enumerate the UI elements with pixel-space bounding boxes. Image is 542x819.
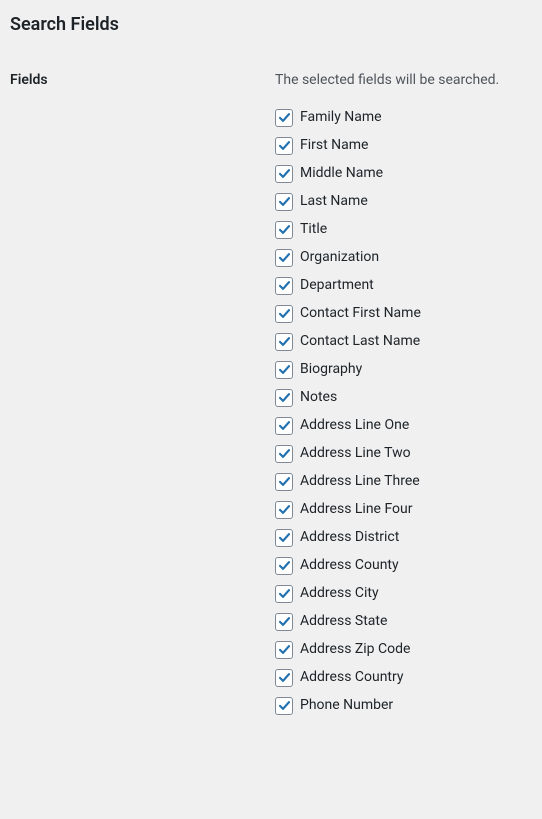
check-icon <box>277 698 292 713</box>
field-label: Address Line One <box>300 417 409 434</box>
field-label: Contact First Name <box>300 305 421 322</box>
field-item: Address City <box>275 585 532 603</box>
field-list: Family Name First Name Middle Name Last Nam… <box>275 109 532 715</box>
field-label: Address City <box>300 585 379 602</box>
field-label: Biography <box>300 361 362 378</box>
field-checkbox[interactable] <box>275 697 293 715</box>
field-label: Middle Name <box>300 165 383 182</box>
check-icon <box>277 166 292 181</box>
settings-row: Fields The selected fields will be searc… <box>0 43 542 715</box>
field-label: Organization <box>300 249 379 266</box>
field-item: Phone Number <box>275 697 532 715</box>
field-checkbox[interactable] <box>275 361 293 379</box>
field-item: Address State <box>275 613 532 631</box>
field-checkbox[interactable] <box>275 529 293 547</box>
field-item: Last Name <box>275 193 532 211</box>
field-item: Family Name <box>275 109 532 127</box>
field-checkbox[interactable] <box>275 669 293 687</box>
field-checkbox[interactable] <box>275 585 293 603</box>
field-checkbox[interactable] <box>275 193 293 211</box>
check-icon <box>277 446 292 461</box>
field-checkbox[interactable] <box>275 417 293 435</box>
field-item: Address Line Two <box>275 445 532 463</box>
field-item: Department <box>275 277 532 295</box>
field-label: Address Line Three <box>300 473 420 490</box>
check-icon <box>277 334 292 349</box>
check-icon <box>277 138 292 153</box>
check-icon <box>277 194 292 209</box>
field-checkbox[interactable] <box>275 445 293 463</box>
field-item: Address District <box>275 529 532 547</box>
check-icon <box>277 362 292 377</box>
field-label: Address Line Four <box>300 501 413 518</box>
field-item: Biography <box>275 361 532 379</box>
field-item: Title <box>275 221 532 239</box>
field-checkbox[interactable] <box>275 613 293 631</box>
field-item: Address Country <box>275 669 532 687</box>
section-title: Search Fields <box>0 0 542 43</box>
field-checkbox[interactable] <box>275 109 293 127</box>
field-checkbox[interactable] <box>275 137 293 155</box>
field-label: Address Zip Code <box>300 641 410 658</box>
field-checkbox[interactable] <box>275 333 293 351</box>
field-checkbox[interactable] <box>275 501 293 519</box>
field-label: Department <box>300 277 374 294</box>
field-label: Address Line Two <box>300 445 411 462</box>
field-item: Address Line One <box>275 417 532 435</box>
settings-content: The selected fields will be searched. Fa… <box>275 71 532 715</box>
check-icon <box>277 278 292 293</box>
check-icon <box>277 418 292 433</box>
field-label: Address County <box>300 557 399 574</box>
field-item: Address County <box>275 557 532 575</box>
check-icon <box>277 110 292 125</box>
field-label: Title <box>300 221 327 238</box>
fields-description: The selected fields will be searched. <box>275 71 532 91</box>
field-label: First Name <box>300 137 368 154</box>
field-checkbox[interactable] <box>275 473 293 491</box>
field-item: Address Zip Code <box>275 641 532 659</box>
field-label: Address District <box>300 529 399 546</box>
check-icon <box>277 306 292 321</box>
field-checkbox[interactable] <box>275 221 293 239</box>
check-icon <box>277 222 292 237</box>
field-item: Address Line Three <box>275 473 532 491</box>
field-item: Middle Name <box>275 165 532 183</box>
field-checkbox[interactable] <box>275 641 293 659</box>
check-icon <box>277 530 292 545</box>
check-icon <box>277 558 292 573</box>
fields-side-label: Fields <box>10 71 275 91</box>
field-label: Last Name <box>300 193 368 210</box>
field-checkbox[interactable] <box>275 389 293 407</box>
check-icon <box>277 250 292 265</box>
field-checkbox[interactable] <box>275 249 293 267</box>
field-label: Phone Number <box>300 697 393 714</box>
field-label: Family Name <box>300 109 382 126</box>
field-item: Address Line Four <box>275 501 532 519</box>
check-icon <box>277 390 292 405</box>
check-icon <box>277 474 292 489</box>
field-label: Address State <box>300 613 387 630</box>
field-item: Contact Last Name <box>275 333 532 351</box>
field-item: Notes <box>275 389 532 407</box>
field-checkbox[interactable] <box>275 305 293 323</box>
field-checkbox[interactable] <box>275 165 293 183</box>
check-icon <box>277 586 292 601</box>
field-label: Address Country <box>300 669 404 686</box>
field-checkbox[interactable] <box>275 557 293 575</box>
field-item: Contact First Name <box>275 305 532 323</box>
check-icon <box>277 670 292 685</box>
field-label: Notes <box>300 389 337 406</box>
check-icon <box>277 614 292 629</box>
field-item: First Name <box>275 137 532 155</box>
field-item: Organization <box>275 249 532 267</box>
check-icon <box>277 502 292 517</box>
field-label: Contact Last Name <box>300 333 420 350</box>
field-checkbox[interactable] <box>275 277 293 295</box>
check-icon <box>277 642 292 657</box>
